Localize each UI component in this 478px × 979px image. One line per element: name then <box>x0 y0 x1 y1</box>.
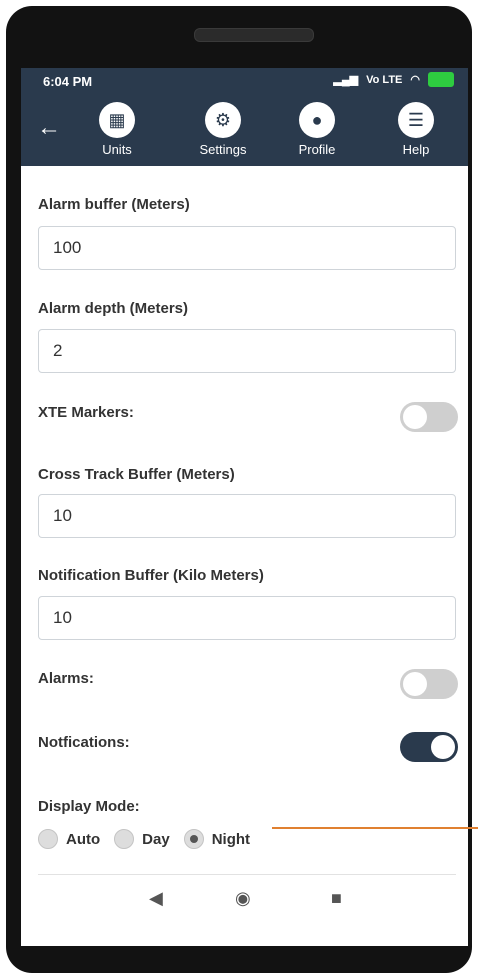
top-nav: ← ▦ Units ⚙ Settings ● Profile ☰ Help <box>21 94 468 169</box>
status-icons: ▂▄▆ Vo LTE ◠ <box>333 72 454 87</box>
radio-day-label: Day <box>142 830 170 848</box>
bottom-gap <box>21 928 468 946</box>
tab-profile[interactable]: ● Profile <box>277 102 357 157</box>
tab-units-label: Units <box>102 142 132 157</box>
list-icon: ☰ <box>398 102 434 138</box>
toggle-knob <box>403 672 427 696</box>
tab-units[interactable]: ▦ Units <box>77 102 157 157</box>
divider <box>38 874 456 875</box>
display-mode-label: Display Mode: <box>38 798 140 815</box>
cross-track-label: Cross Track Buffer (Meters) <box>38 466 235 483</box>
radio-night[interactable]: Night <box>183 829 251 849</box>
radio-auto[interactable]: Auto <box>38 829 100 849</box>
system-recents-button[interactable]: ■ <box>331 888 342 909</box>
toggle-knob <box>431 735 455 759</box>
alarms-toggle[interactable] <box>400 669 458 699</box>
wifi-icon: ◠ <box>410 74 420 86</box>
notification-buffer-input[interactable]: 10 <box>38 596 456 640</box>
status-bar: 6:04 PM ▂▄▆ Vo LTE ◠ <box>21 68 468 94</box>
units-icon: ▦ <box>99 102 135 138</box>
person-icon: ● <box>299 102 335 138</box>
alarm-buffer-input[interactable]: 100 <box>38 226 456 270</box>
cross-track-input[interactable]: 10 <box>38 494 456 538</box>
alarm-buffer-label: Alarm buffer (Meters) <box>38 196 190 213</box>
annotation-pointer-line <box>272 827 478 829</box>
back-arrow-icon[interactable]: ← <box>37 116 61 140</box>
gear-icon: ⚙ <box>205 102 241 138</box>
tab-profile-label: Profile <box>298 142 336 157</box>
notifications-toggle[interactable] <box>400 732 458 762</box>
toggle-knob <box>403 405 427 429</box>
system-home-button[interactable]: ◉ <box>235 888 251 909</box>
status-time: 6:04 PM <box>43 74 93 89</box>
speaker-grille <box>194 28 314 42</box>
screen: 6:04 PM ▂▄▆ Vo LTE ◠ ← ▦ Units ⚙ Setting… <box>21 68 468 946</box>
xte-markers-label: XTE Markers: <box>38 404 134 421</box>
radio-circle <box>114 829 135 849</box>
battery-charging-icon <box>428 72 454 87</box>
display-mode-options: Auto Day Night <box>38 829 264 849</box>
notification-buffer-label: Notification Buffer (Kilo Meters) <box>38 567 264 584</box>
system-navigation-bar: ◀ ◉ ■ <box>21 878 468 928</box>
network-type: Vo LTE <box>366 73 403 86</box>
signal-icon: ▂▄▆ <box>333 74 359 86</box>
radio-circle <box>38 829 58 849</box>
radio-auto-label: Auto <box>66 830 101 848</box>
tab-settings-label: Settings <box>199 142 247 157</box>
system-back-button[interactable]: ◀ <box>149 888 163 909</box>
tab-settings[interactable]: ⚙ Settings <box>165 102 281 169</box>
alarm-depth-label: Alarm depth (Meters) <box>38 300 189 317</box>
radio-night-label: Night <box>211 830 251 848</box>
notifications-label: Notfications: <box>38 734 130 751</box>
alarm-depth-input[interactable]: 2 <box>38 329 456 373</box>
radio-day[interactable]: Day <box>114 829 170 849</box>
settings-form: Alarm buffer (Meters) 100 Alarm depth (M… <box>21 166 468 875</box>
xte-markers-toggle[interactable] <box>400 402 458 432</box>
tab-help[interactable]: ☰ Help <box>376 102 456 157</box>
alarms-label: Alarms: <box>38 670 94 687</box>
tab-help-label: Help <box>402 142 430 157</box>
radio-circle-selected <box>183 829 204 849</box>
